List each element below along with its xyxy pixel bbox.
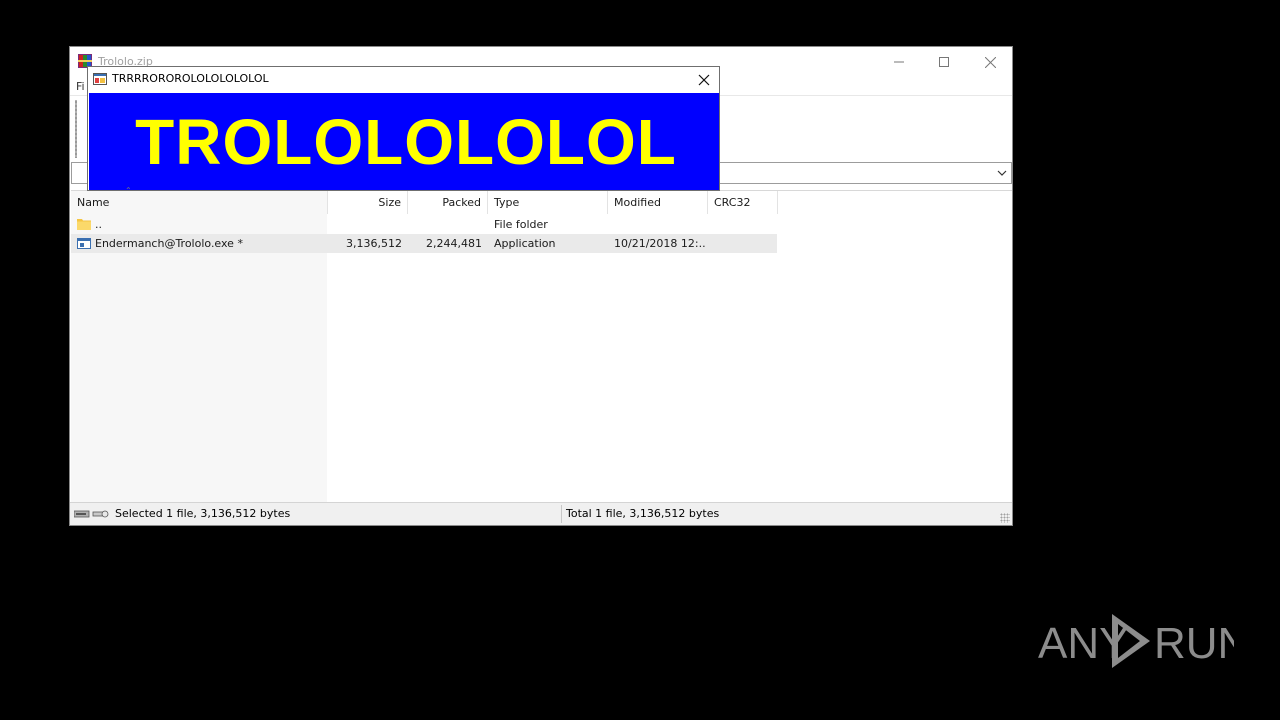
trololo-popup-window: TRRRROROROLOLOLOLOLOL TROLOLOLOLOL [87,66,720,191]
toolbar-grip[interactable] [75,100,77,158]
column-header-type[interactable]: Type [488,191,608,214]
column-header-modified[interactable]: Modified [608,191,708,214]
status-bar: Selected 1 file, 3,136,512 bytes Total 1… [70,502,1012,525]
column-header-packed[interactable]: Packed [408,191,488,214]
cell-modified [614,215,706,234]
maximize-button[interactable] [921,47,967,77]
list-header: Name Size Packed Type Modified CRC32 [71,191,778,214]
maximize-icon [939,57,949,67]
status-selected-text: Selected 1 file, 3,136,512 bytes [115,507,291,520]
cell-name: .. [95,218,102,231]
chevron-down-icon [997,170,1007,176]
popup-titlebar[interactable]: TRRRROROROLOLOLOLOLOL [88,67,719,92]
popup-title: TRRRROROROLOLOLOLOLOL [112,72,269,85]
application-window-icon [93,73,107,85]
cell-size [328,215,402,234]
watermark-right-text: RUN [1154,619,1234,668]
minimize-icon [894,61,904,63]
list-item-parent-folder[interactable]: .. File folder [71,215,777,234]
cell-size: 3,136,512 [346,237,402,250]
close-icon [984,56,996,68]
status-divider [561,505,562,523]
resize-grip[interactable] [1000,513,1010,523]
cell-modified: 10/21/2018 12:... [614,237,706,250]
cell-crc32 [714,234,776,253]
close-button[interactable] [967,47,1013,77]
column-header-crc32[interactable]: CRC32 [708,191,778,214]
minimize-button[interactable] [876,47,922,77]
anyrun-watermark: ANY RUN [1038,614,1234,668]
cell-type: File folder [494,218,548,231]
desktop: Trololo.zip Fi Name Size Packed Type Mod… [0,0,1280,720]
play-logo-icon [1112,614,1150,668]
menu-file[interactable]: Fi [76,80,85,93]
cell-crc32 [714,215,776,234]
cell-packed [408,215,482,234]
drive-key-icon [74,510,109,518]
popup-close-button[interactable] [693,69,715,91]
sort-up-icon: ⌃ [125,186,132,195]
close-icon [698,74,710,86]
cell-packed: 2,244,481 [426,237,482,250]
folder-icon [77,219,91,230]
banner-text: TROLOLOLOLOL [135,105,677,178]
status-total-text: Total 1 file, 3,136,512 bytes [566,507,720,520]
address-dropdown-button[interactable] [993,163,1011,183]
column-header-name[interactable]: Name [71,191,328,214]
application-icon [77,238,91,249]
cell-name: Endermanch@Trololo.exe * [95,237,243,250]
file-list[interactable]: Name Size Packed Type Modified CRC32 .. … [71,190,1012,502]
cell-type: Application [494,237,556,250]
popup-banner: TROLOLOLOLOL [89,93,719,190]
list-item-trololo-exe[interactable]: Endermanch@Trololo.exe * 3,136,512 2,244… [71,234,777,253]
column-header-size[interactable]: Size [328,191,408,214]
